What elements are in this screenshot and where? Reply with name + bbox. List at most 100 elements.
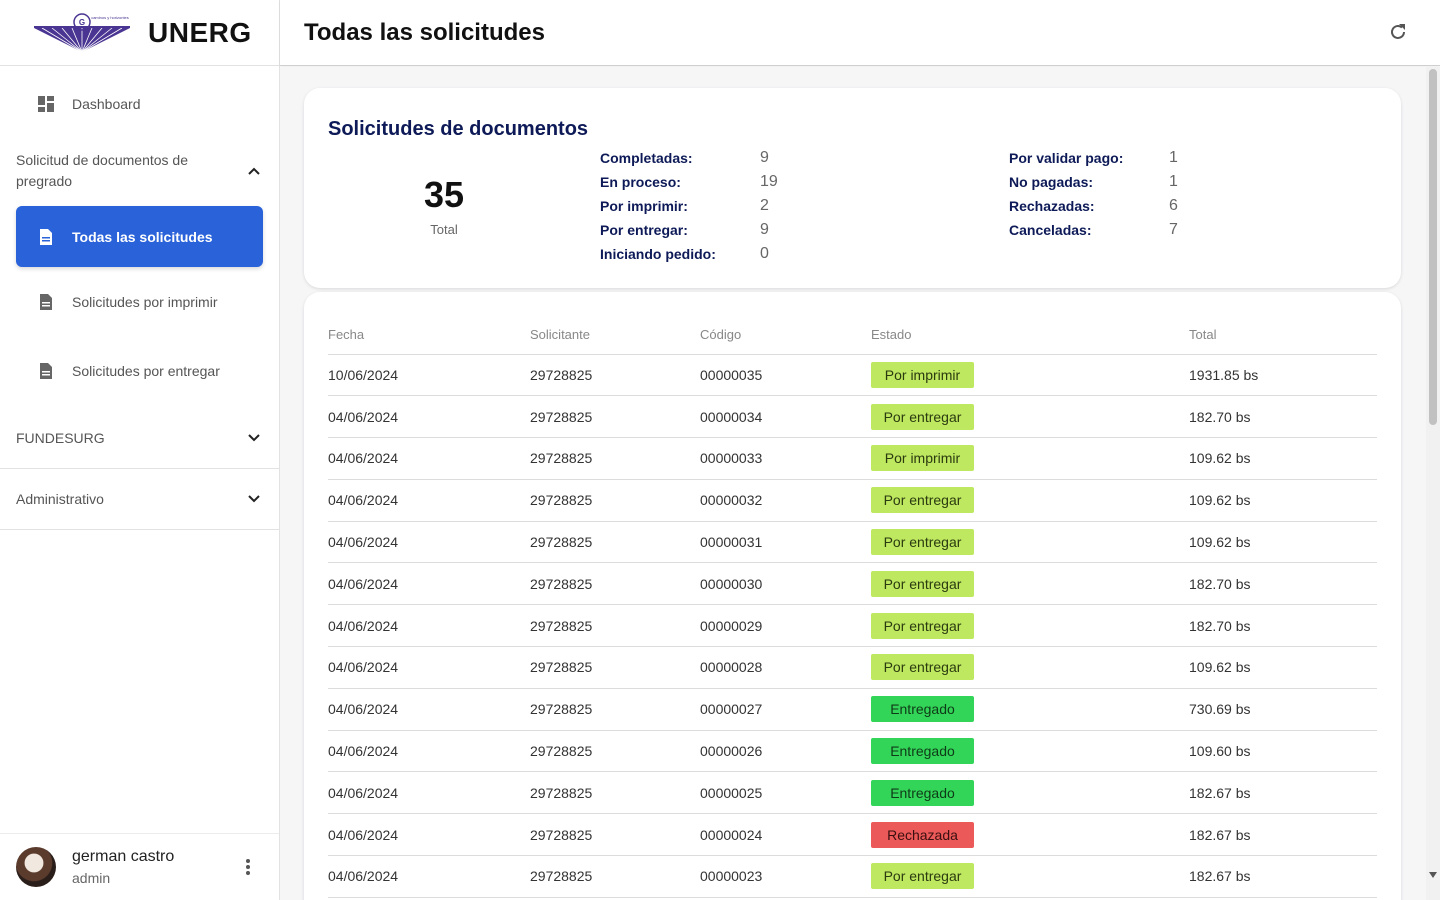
stat-value: 2 [760,197,769,214]
table-row[interactable]: 04/06/2024 29728825 00000033 Por imprimir 10… [328,437,1377,480]
table-row[interactable]: 04/06/2024 29728825 00000029 Por entregar 18… [328,604,1377,648]
status-badge: Por entregar [871,403,974,430]
cell-codigo: 00000023 [700,855,871,898]
status-badge: Por entregar [871,570,974,597]
column-header-estado[interactable]: Estado [871,316,1189,355]
cell-solicitante: 29728825 [530,730,700,773]
table-row[interactable]: 04/06/2024 29728825 00000028 Por entregar 10… [328,646,1377,689]
cell-codigo: 00000035 [700,354,871,397]
sidebar-item-to-print[interactable]: Solicitudes por imprimir [0,267,279,336]
cell-codigo: 00000027 [700,688,871,731]
status-badge: Entregado [871,779,974,806]
cell-solicitante: 29728825 [530,813,700,857]
table-row[interactable]: 04/06/2024 29728825 00000034 Por entregar 18… [328,395,1377,439]
cell-fecha: 04/06/2024 [328,730,530,773]
cell-estado: Por entregar [871,479,1189,522]
cell-codigo: 00000034 [700,395,871,439]
table-row[interactable]: 04/06/2024 29728825 00000025 Entregado 182.6… [328,771,1377,815]
column-header-solicitante[interactable]: Solicitante [530,316,700,355]
table-row[interactable]: 04/06/2024 29728825 00000023 Por entregar 18… [328,855,1377,898]
cell-solicitante: 29728825 [530,855,700,898]
column-header-total[interactable]: Total [1189,316,1377,355]
cell-estado: Por entregar [871,646,1189,689]
table-row[interactable]: 04/06/2024 29728825 00000031 Por entregar 10… [328,521,1377,564]
sidebar-group-administrativo[interactable]: Administrativo [0,469,279,530]
stat-label: Por validar pago: [1009,150,1124,166]
status-badge: Por entregar [871,612,974,639]
sidebar-group-fundesurg[interactable]: FUNDESURG [0,408,279,469]
cell-codigo: 00000024 [700,813,871,857]
cell-solicitante: 29728825 [530,562,700,606]
table-row[interactable]: 04/06/2024 29728825 00000026 Entregado 109.6… [328,730,1377,773]
cell-solicitante: 29728825 [530,771,700,815]
status-badge: Entregado [871,696,974,723]
stat-por-imprimir: Por imprimir: 2 [600,194,778,218]
brand-name: UNERG [148,16,252,48]
cell-solicitante: 29728825 [530,688,700,731]
status-badge: Por imprimir [871,445,974,472]
status-badge: Por entregar [871,529,974,556]
stat-label: Rechazadas: [1009,198,1095,214]
cell-solicitante: 29728825 [530,395,700,439]
cell-fecha: 10/06/2024 [328,354,530,397]
total-count: 35 [423,174,465,215]
sidebar-item-to-deliver[interactable]: Solicitudes por entregar [0,336,279,405]
stat-value: 1 [1169,149,1178,166]
cell-total: 1931.85 bs [1189,354,1377,397]
sidebar-group-undergrad[interactable]: Solicitud de documentos de pregrado [0,149,279,193]
cell-solicitante: 29728825 [530,354,700,397]
column-header-codigo[interactable]: Código [700,316,871,355]
document-icon [36,292,56,312]
refresh-icon[interactable] [1388,22,1408,47]
cell-solicitante: 29728825 [530,646,700,689]
scrollbar-thumb[interactable] [1429,69,1437,425]
status-badge: Por imprimir [871,361,974,388]
column-header-fecha[interactable]: Fecha [328,316,530,355]
more-vert-icon[interactable] [245,858,251,881]
stat-label: Iniciando pedido: [600,246,716,262]
chevron-down-icon [247,430,261,446]
user-name: german castro [72,848,175,865]
table-row[interactable]: 04/06/2024 29728825 00000024 Rechazada 182.6… [328,813,1377,857]
stat-label: Por entregar: [600,222,688,238]
cell-total: 182.67 bs [1189,813,1377,857]
stat-label: Completadas: [600,150,693,166]
sidebar-item-label: Solicitudes por imprimir [72,293,218,310]
cell-fecha: 04/06/2024 [328,688,530,731]
cell-codigo: 00000029 [700,604,871,648]
sidebar-item-dashboard[interactable]: Dashboard [0,80,279,128]
cell-estado: Por entregar [871,562,1189,606]
stats-column-2: Por validar pago: 1 No pagadas: 1 Rechazad… [1009,146,1178,242]
svg-text:caminos y horizontes: caminos y horizontes [91,15,129,20]
cell-total: 182.70 bs [1189,395,1377,439]
stat-label: En proceso: [600,174,681,190]
table-row[interactable]: 10/06/2024 29728825 00000035 Por imprimir 19… [328,354,1377,397]
document-icon [36,227,56,247]
table-row[interactable]: 04/06/2024 29728825 00000030 Por entregar 18… [328,562,1377,606]
cell-fecha: 04/06/2024 [328,395,530,439]
sidebar-item-all-requests[interactable]: Todas las solicitudes [16,206,263,267]
cell-fecha: 04/06/2024 [328,437,530,480]
avatar [16,847,56,887]
table-row[interactable]: 04/06/2024 29728825 00000027 Entregado 730.6… [328,688,1377,731]
cell-solicitante: 29728825 [530,521,700,564]
user-profile: german castro admin [0,833,279,900]
stat-completadas: Completadas: 9 [600,146,778,170]
scrollbar[interactable] [1426,67,1440,900]
cell-fecha: 04/06/2024 [328,813,530,857]
cell-estado: Por entregar [871,521,1189,564]
cell-solicitante: 29728825 [530,604,700,648]
cell-estado: Entregado [871,688,1189,731]
table-row[interactable]: 04/06/2024 29728825 00000032 Por entregar 10… [328,479,1377,522]
stat-label: Por imprimir: [600,198,688,214]
sidebar-group-label: Administrativo [16,491,104,507]
cell-fecha: 04/06/2024 [328,855,530,898]
cell-total: 182.67 bs [1189,771,1377,815]
chevron-down-icon [247,491,261,507]
cell-estado: Rechazada [871,813,1189,857]
svg-text:G: G [79,18,85,27]
cell-total: 109.62 bs [1189,437,1377,480]
stat-value: 6 [1169,197,1178,214]
scroll-down-arrow-icon[interactable] [1429,872,1437,878]
sidebar-item-label: Dashboard [72,96,141,112]
